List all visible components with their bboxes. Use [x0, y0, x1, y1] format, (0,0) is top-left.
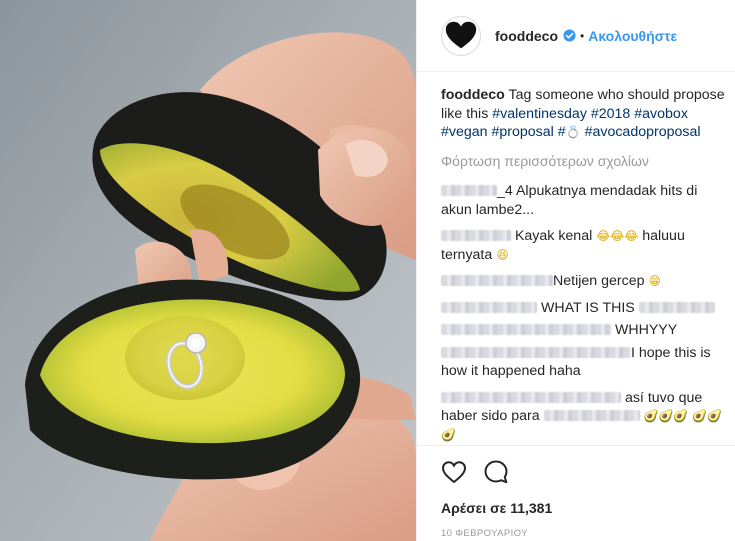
caption: fooddeco Tag someone who should propose …: [441, 86, 727, 142]
blurred-username: [441, 301, 537, 313]
blurred-username: [441, 275, 553, 286]
comment: Kayak kenal 😂😂😂 haluuu ternyata 😆: [441, 227, 727, 264]
avocado-ring-image: [0, 0, 416, 541]
hashtag[interactable]: #2018: [591, 106, 630, 122]
comment-emoji: 😁: [648, 274, 661, 288]
hashtag[interactable]: #proposal: [492, 124, 554, 140]
comment: Netijen gercep 😁: [441, 272, 727, 291]
like-heart-icon[interactable]: [441, 460, 467, 484]
avocado-emoji: 🥑🥑🥑: [643, 409, 689, 423]
blurred-username: [441, 230, 511, 241]
blurred-mention: [543, 410, 640, 421]
action-icons: [441, 458, 735, 486]
post-date[interactable]: 10 ΦΕΒΡΟΥΑΡΙΟΥ: [441, 528, 735, 539]
comment-user-suffix: _4: [497, 183, 513, 199]
post-sidebar: fooddeco • Ακολουθήστε fooddeco Tag some…: [416, 0, 735, 541]
comment-text: Kayak kenal: [514, 228, 593, 244]
blurred-username: [441, 346, 631, 358]
comment-emoji: 😆: [496, 247, 509, 262]
verified-badge-icon: [563, 29, 576, 42]
post-header: fooddeco • Ακολουθήστε: [417, 0, 735, 72]
comment-text: Netijen gercep: [553, 273, 645, 289]
header-separator: •: [580, 28, 585, 43]
comment: WHAT IS THIS: [441, 299, 727, 318]
likes-count[interactable]: Αρέσει σε 11,381: [441, 500, 735, 516]
comment: WHHYYY: [441, 321, 727, 340]
blurred-username: [441, 185, 497, 196]
comments-list: fooddeco Tag someone who should propose …: [441, 86, 727, 452]
instagram-post: fooddeco • Ακολουθήστε fooddeco Tag some…: [0, 0, 735, 541]
blurred-username: [441, 324, 611, 335]
hashtag[interactable]: #avobox: [634, 106, 688, 122]
ring-emoji: 💍: [565, 125, 581, 139]
hashtag[interactable]: #avocadoproposal: [585, 124, 701, 140]
caption-username[interactable]: fooddeco: [441, 87, 505, 103]
header-username[interactable]: fooddeco: [495, 28, 558, 44]
heart-avatar-icon: [445, 21, 477, 48]
comment-icon[interactable]: [483, 459, 509, 485]
blurred-username: [441, 391, 621, 403]
comment: _4 Alpukatnya mendadak hits di akun lamb…: [441, 182, 727, 219]
follow-button[interactable]: Ακολουθήστε: [588, 28, 677, 44]
comment-text: WHAT IS THIS: [540, 299, 635, 316]
comment: I hope this is how it happened haha: [441, 344, 727, 381]
post-photo[interactable]: [0, 0, 416, 541]
avatar[interactable]: [441, 15, 481, 56]
blurred-text: [638, 301, 715, 313]
post-actions: Αρέσει σε 11,381 10 ΦΕΒΡΟΥΑΡΙΟΥ: [417, 445, 735, 539]
comment-emoji: 😂😂😂: [596, 229, 639, 243]
hashtag[interactable]: #: [558, 124, 566, 140]
load-more-comments-button[interactable]: Φόρτωση περισσότερων σχολίων: [441, 152, 727, 171]
hashtag[interactable]: #vegan: [441, 124, 488, 140]
comment: así tuvo que haber sido para 🥑🥑🥑 🥑🥑🥑: [441, 389, 727, 445]
hashtag[interactable]: #valentinesday: [492, 106, 587, 122]
comment-text: WHHYYY: [614, 322, 678, 338]
